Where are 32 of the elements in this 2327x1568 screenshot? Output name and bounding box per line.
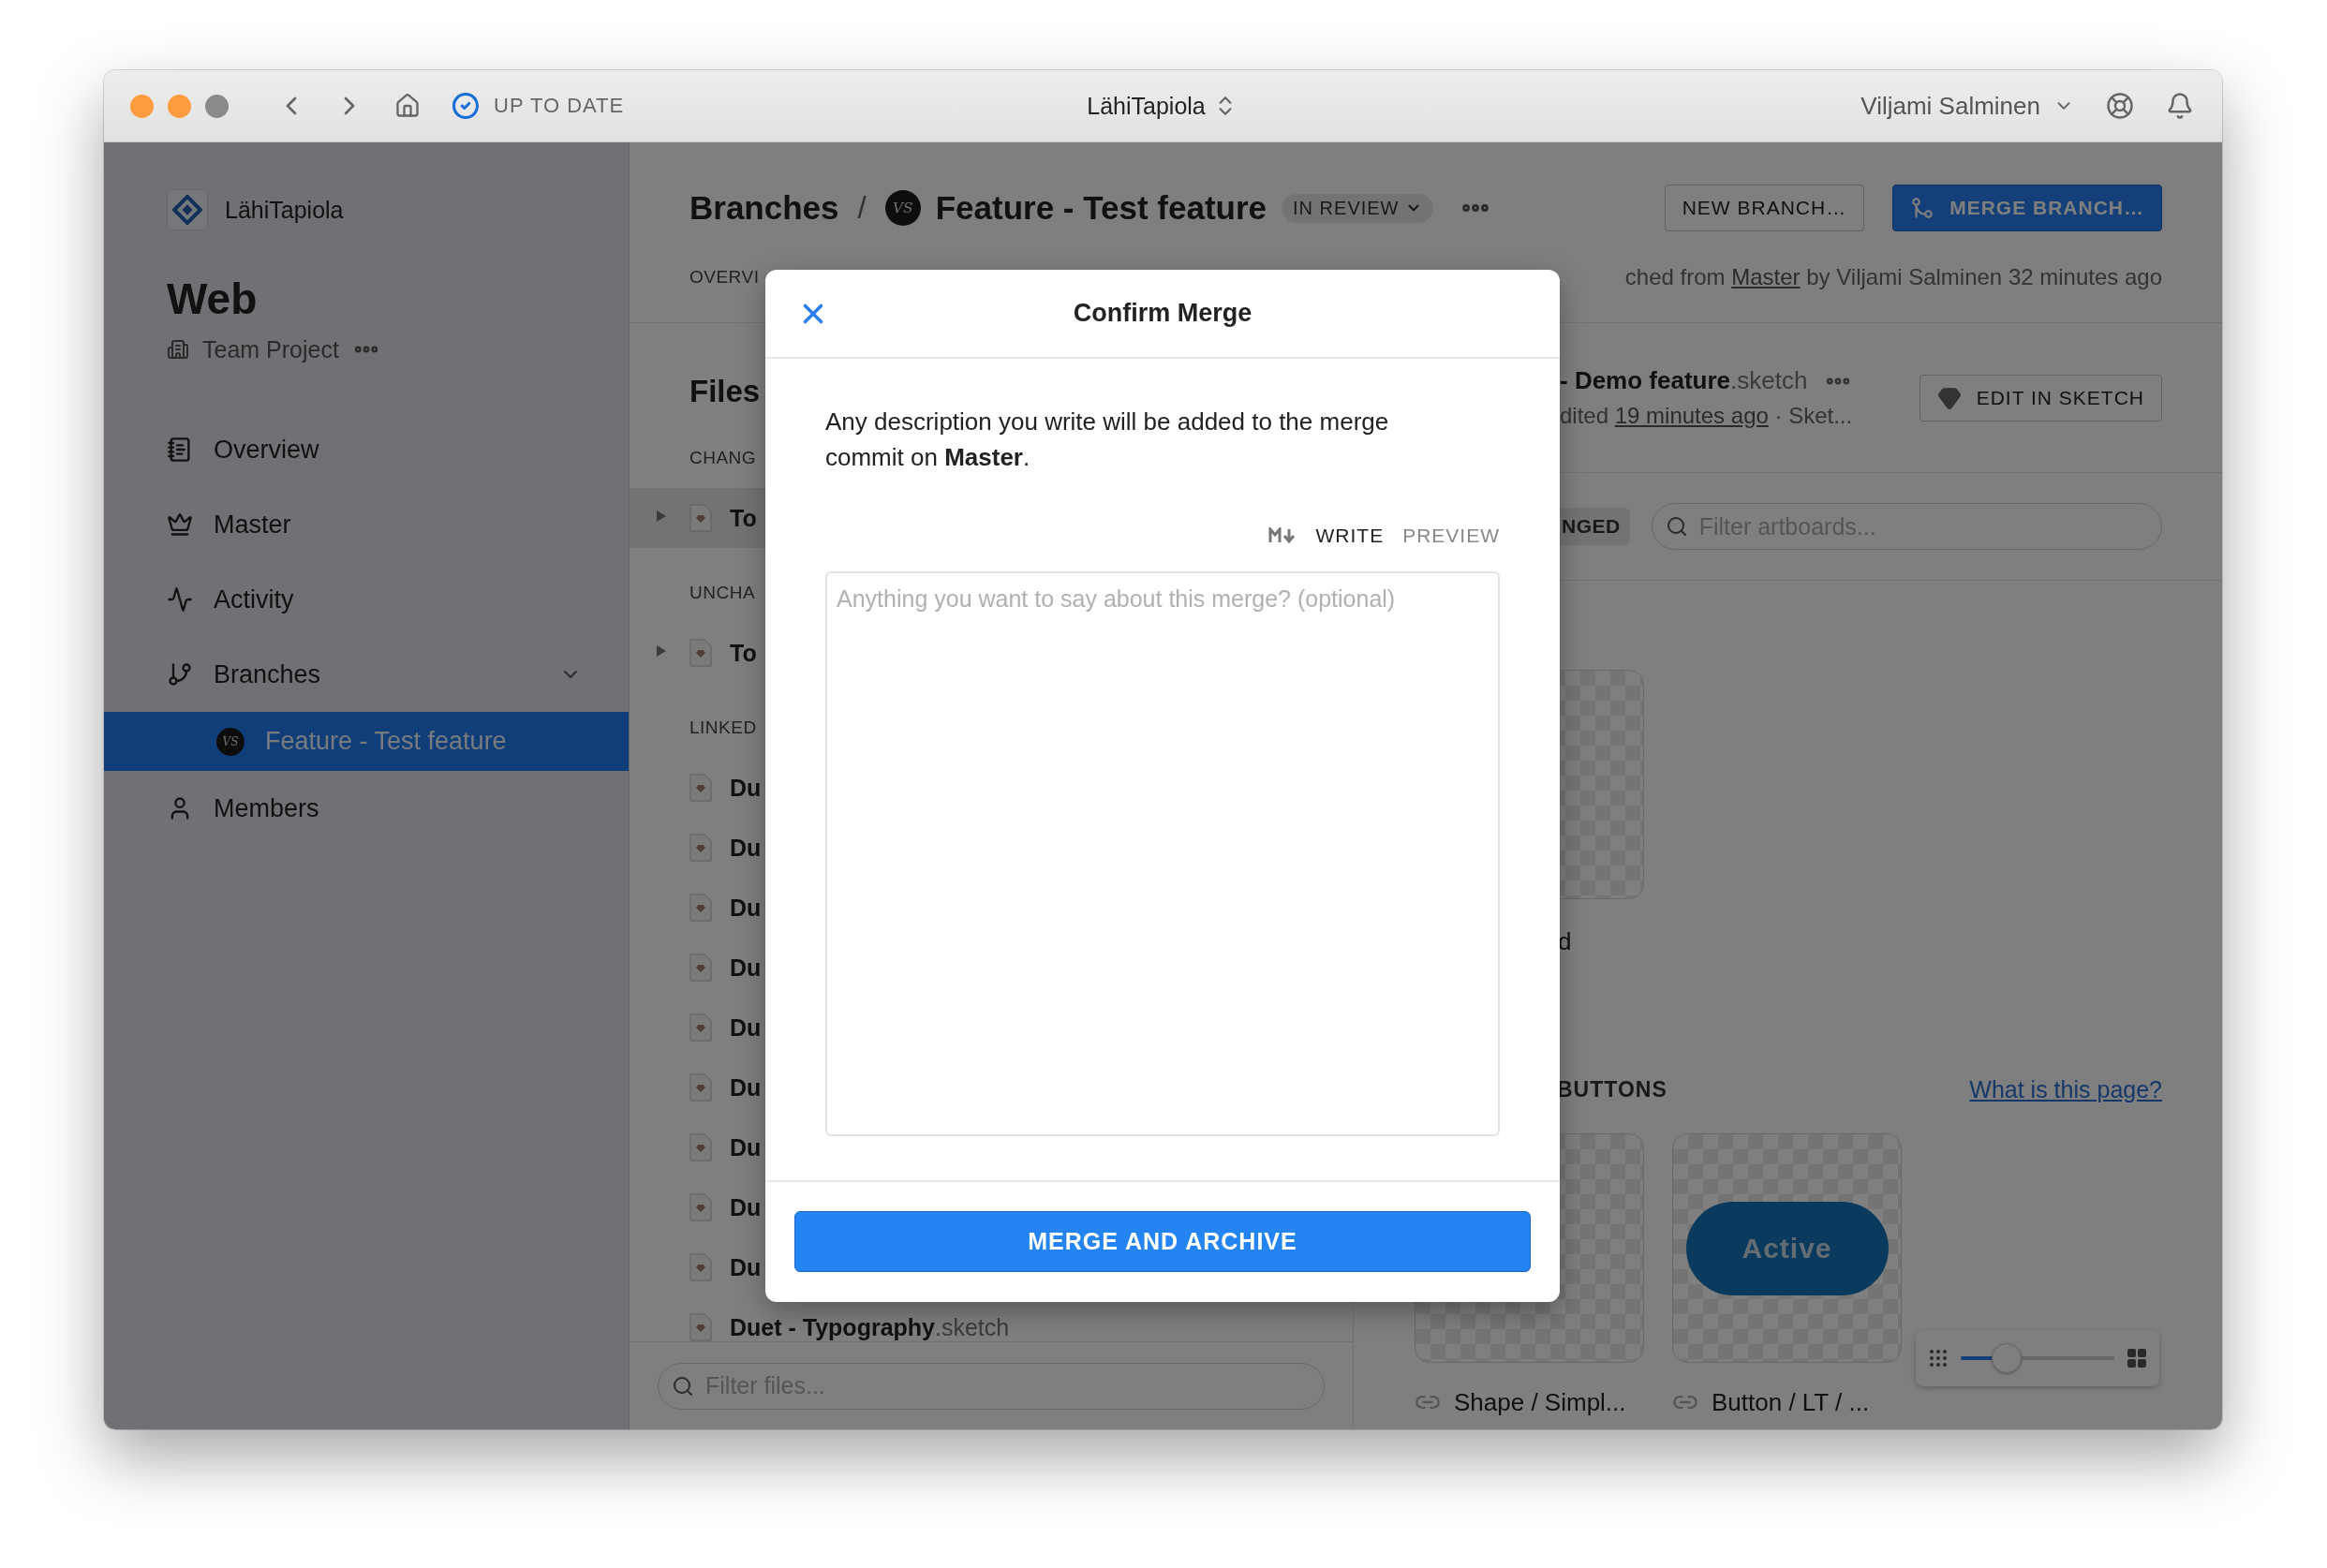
section-label: CHANG [689,448,757,468]
file-name: Du [730,1073,762,1102]
document-name: - Demo feature.sketch [1560,366,1808,395]
file-name: Du [730,1253,762,1281]
branch-title: Feature - Test feature [935,189,1267,227]
breadcrumb-separator: / [857,190,867,226]
file-name: To [730,504,757,532]
file-name: Du [730,1013,762,1042]
file-name: Du [730,954,762,982]
section-label: UNCHA [689,583,756,603]
branch-meta-text: ched from Master by Viljami Salminen 32 minutes ago [1624,264,2162,290]
section-label: LINKED [689,717,757,738]
files-heading: Files [689,373,762,410]
file-name: Du [730,1133,762,1161]
artboard-label: Button / LT / ... [1712,1387,1870,1417]
section-heading: BUTTONS [1557,1076,1667,1102]
file-name: Duet - Typography.sketch [730,1313,1010,1341]
project-title: Web [166,274,259,324]
project-type: Team Project [202,335,339,363]
branch-avatar: VS [216,727,245,756]
dialog-title: Confirm Merge [1073,299,1252,328]
sync-status: UP TO DATE [494,94,625,118]
file-name: To [730,639,757,667]
document-meta-text: dited 19 minutes ago · Sket... [1560,403,1853,429]
artboard-label: Shape / Simpl... [1454,1387,1626,1417]
file-name: Du [730,834,762,862]
dialog-description: Any description you write will be added to the merge commit on Master. [825,407,1390,473]
button-preview: Active [1685,1201,1889,1295]
file-name: Du [730,774,762,802]
branch-avatar: VS [884,190,921,226]
file-name: Du [730,894,762,922]
file-name: Du [730,1193,762,1221]
